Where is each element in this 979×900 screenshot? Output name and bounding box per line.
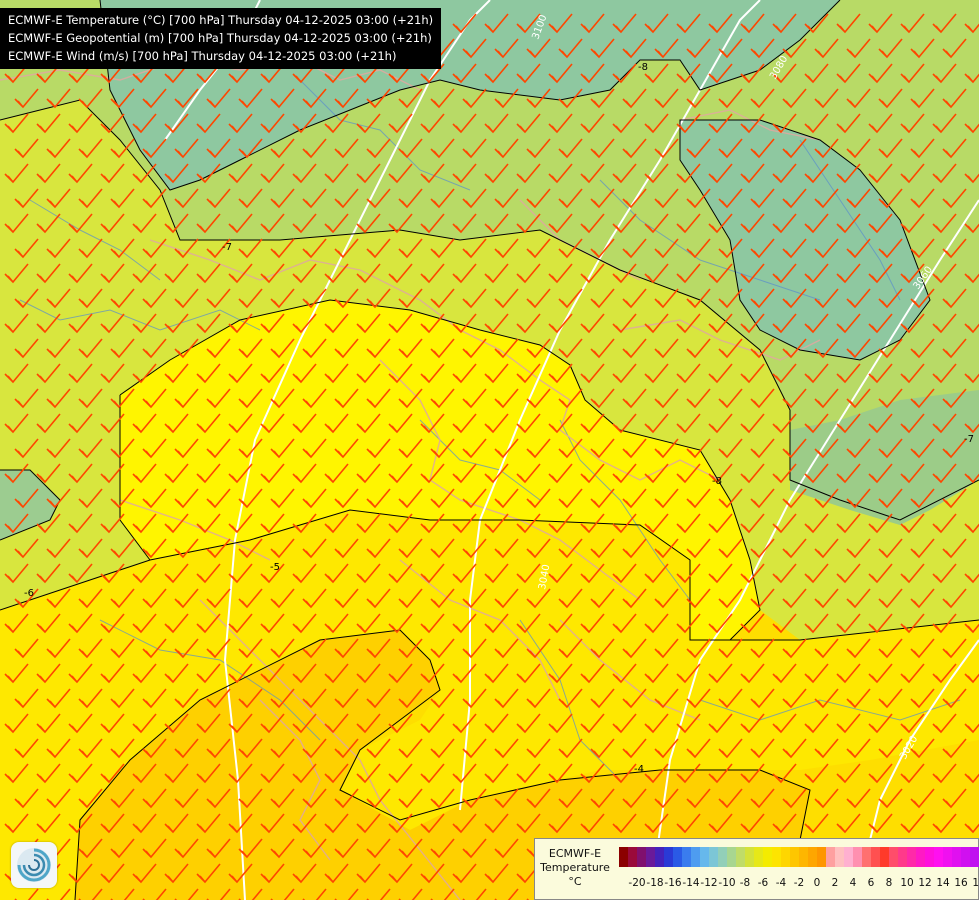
- legend-tick-label: -4: [775, 877, 787, 889]
- legend-tick-label: -12: [700, 877, 718, 889]
- legend-color-cell: [781, 847, 790, 867]
- legend-tick-label: 10: [900, 877, 914, 889]
- legend-tick-label: 2: [831, 877, 839, 889]
- legend-color-cell: [637, 847, 646, 867]
- legend-color-cell: [682, 847, 691, 867]
- legend-color-cell: [646, 847, 655, 867]
- legend-tick-label: 12: [918, 877, 932, 889]
- isotherm-label: -4: [634, 764, 644, 775]
- legend-tick-label: -10: [718, 877, 736, 889]
- legend-color-cell: [898, 847, 907, 867]
- legend-color-cell: [862, 847, 871, 867]
- title-temperature: ECMWF-E Temperature (°C) [700 hPa] Thurs…: [8, 13, 434, 27]
- legend-title-variable: Temperature: [540, 861, 610, 874]
- legend-title-unit: °C: [568, 875, 582, 888]
- legend-tick-label: -14: [682, 877, 700, 889]
- legend-color-cell: [907, 847, 916, 867]
- legend-color-cell: [889, 847, 898, 867]
- legend-color-cell: [826, 847, 835, 867]
- legend-color-cell: [871, 847, 880, 867]
- legend-tick-label: 4: [849, 877, 857, 889]
- legend-color-cell: [790, 847, 799, 867]
- legend-tick-label: 16: [954, 877, 968, 889]
- legend-color-cell: [835, 847, 844, 867]
- isotherm-label: -7: [222, 242, 232, 253]
- legend-color-cell: [772, 847, 781, 867]
- ecmwf-swirl-logo-icon: [11, 842, 57, 888]
- legend-color-cell: [745, 847, 754, 867]
- legend-tick-labels: -20 -18 -16 -14 -12 -10 -8 -6 -4 -2 0 2 4 6 8 10 12 14 16 1…: [619, 877, 979, 891]
- legend-color-cell: [970, 847, 979, 867]
- isotherm-label: -8: [638, 62, 648, 73]
- legend-tick-label: 14: [936, 877, 950, 889]
- legend-color-cell: [799, 847, 808, 867]
- legend-color-cell: [655, 847, 664, 867]
- isotherm-label: -8: [712, 476, 722, 487]
- legend-tick-label: -20: [628, 877, 646, 889]
- title-wind: ECMWF-E Wind (m/s) [700 hPa] Thursday 04…: [8, 49, 397, 63]
- isotherm-label: -5: [270, 562, 280, 573]
- legend-tick-label: 8: [885, 877, 893, 889]
- legend-color-cell: [664, 847, 673, 867]
- legend-color-cell: [700, 847, 709, 867]
- temperature-legend: ECMWF-E Temperature °C -20 -18 -16 -14 -12 -1…: [534, 838, 979, 900]
- legend-color-cell: [880, 847, 889, 867]
- legend-tick-label: -6: [757, 877, 769, 889]
- isotherm-label: -6: [24, 588, 34, 599]
- legend-color-cell: [619, 847, 628, 867]
- legend-color-cell: [754, 847, 763, 867]
- legend-color-cell: [916, 847, 925, 867]
- legend-color-cell: [817, 847, 826, 867]
- legend-color-cell: [934, 847, 943, 867]
- legend-color-cell: [763, 847, 772, 867]
- legend-color-cell: [727, 847, 736, 867]
- legend-tick-label: 0: [813, 877, 821, 889]
- legend-color-cell: [673, 847, 682, 867]
- legend-color-cell: [952, 847, 961, 867]
- legend-title: ECMWF-E Temperature °C: [535, 847, 615, 889]
- legend-color-cell: [844, 847, 853, 867]
- legend-tick-label: -8: [739, 877, 751, 889]
- legend-color-cell: [691, 847, 700, 867]
- legend-tick-label: 18: [972, 877, 979, 889]
- legend-color-cell: [943, 847, 952, 867]
- legend-tick-label: 6: [867, 877, 875, 889]
- legend-color-cell: [709, 847, 718, 867]
- legend-color-cell: [961, 847, 970, 867]
- legend-tick-label: -18: [646, 877, 664, 889]
- legend-tick-label: -2: [793, 877, 805, 889]
- legend-color-cell: [925, 847, 934, 867]
- legend-color-bar: [619, 847, 979, 867]
- weather-map: -8 -7 -6 -5 -4 -8 -7 3100 3080 3060 3040…: [0, 0, 979, 900]
- legend-color-cell: [718, 847, 727, 867]
- legend-title-model: ECMWF-E: [548, 847, 602, 860]
- legend-color-cell: [853, 847, 862, 867]
- legend-tick-label: -16: [664, 877, 682, 889]
- title-geopotential: ECMWF-E Geopotential (m) [700 hPa] Thurs…: [8, 31, 432, 45]
- legend-color-cell: [736, 847, 745, 867]
- isotherm-label: -7: [964, 434, 974, 445]
- legend-color-cell: [628, 847, 637, 867]
- map-title-box: ECMWF-E Temperature (°C) [700 hPa] Thurs…: [0, 8, 442, 69]
- legend-color-cell: [808, 847, 817, 867]
